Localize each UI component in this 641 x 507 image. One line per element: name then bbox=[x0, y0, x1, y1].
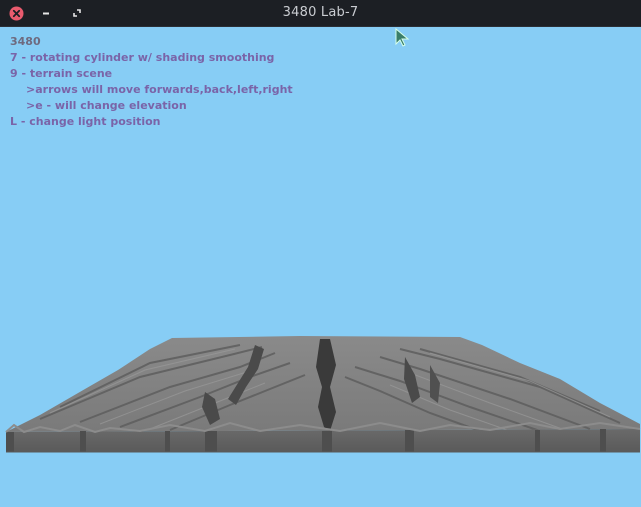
help-line: 9 - terrain scene bbox=[10, 67, 113, 80]
help-line: 7 - rotating cylinder w/ shading smoothi… bbox=[10, 51, 275, 64]
help-overlay: 3480 7 - rotating cylinder w/ shading sm… bbox=[10, 34, 293, 130]
help-line: >arrows will move forwards,back,left,rig… bbox=[26, 83, 293, 96]
help-line: >e - will change elevation bbox=[26, 99, 187, 112]
help-header: 3480 bbox=[10, 35, 41, 48]
gl-viewport[interactable]: 3480 7 - rotating cylinder w/ shading sm… bbox=[0, 27, 641, 507]
app-window: 3480 Lab-7 3480 7 - rotating cylinder w/… bbox=[0, 0, 641, 507]
mouse-cursor-icon bbox=[395, 28, 410, 47]
window-title: 3480 Lab-7 bbox=[282, 5, 359, 20]
help-line: L - change light position bbox=[10, 115, 161, 128]
title-bar[interactable]: 3480 Lab-7 bbox=[0, 0, 641, 27]
